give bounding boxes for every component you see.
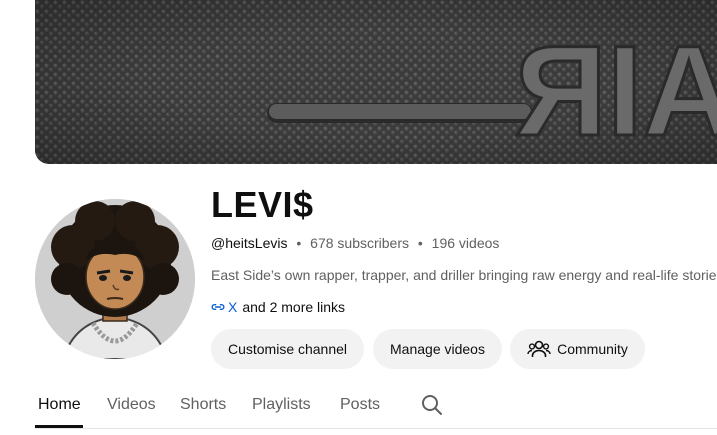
tab-videos[interactable]: Videos [107, 396, 156, 414]
more-links[interactable]: and 2 more links [242, 299, 345, 315]
channel-avatar[interactable] [35, 199, 195, 359]
customise-channel-button[interactable]: Customise channel [211, 329, 364, 369]
channel-banner: AIR [35, 0, 717, 164]
channel-handle: @heitsLevis [211, 235, 288, 251]
search-icon[interactable] [420, 393, 444, 417]
people-icon [527, 340, 551, 357]
meta-separator: • [417, 235, 423, 251]
channel-links: X and 2 more links [211, 299, 345, 315]
tab-playlists[interactable]: Playlists [252, 396, 311, 414]
tab-home[interactable]: Home [38, 396, 81, 414]
tab-shorts[interactable]: Shorts [180, 396, 226, 414]
link-icon [211, 303, 225, 311]
subscriber-count: 678 subscribers [310, 235, 409, 251]
community-button[interactable]: Community [510, 329, 645, 369]
community-button-label: Community [557, 341, 628, 357]
tab-posts[interactable]: Posts [340, 396, 380, 414]
banner-emboss-text: AIR [515, 20, 717, 163]
channel-tabs: Home Videos Shorts Playlists Posts [0, 380, 717, 428]
channel-meta: @heitsLevis • 678 subscribers • 196 vide… [211, 235, 499, 251]
channel-description[interactable]: East Side’s own rapper, trapper, and dri… [211, 267, 717, 283]
manage-videos-button[interactable]: Manage videos [373, 329, 502, 369]
meta-separator: • [296, 235, 302, 251]
x-link[interactable]: X [228, 299, 237, 315]
tabs-divider [35, 428, 717, 429]
channel-name: LEVI$ [211, 184, 314, 225]
video-count: 196 videos [431, 235, 500, 251]
